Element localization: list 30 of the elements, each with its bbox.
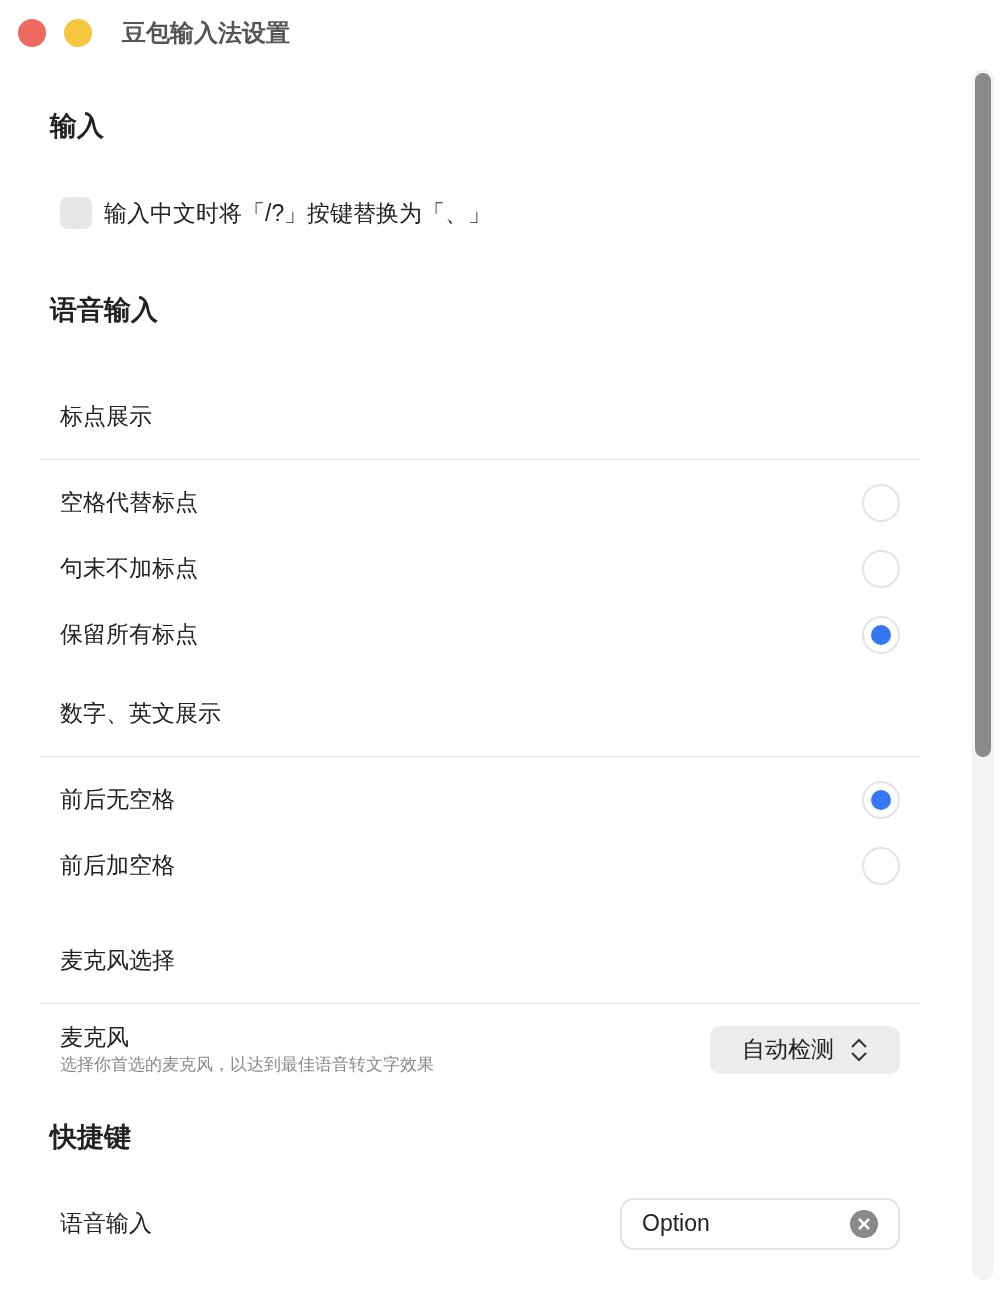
window-title: 豆包输入法设置: [122, 18, 290, 48]
radio-label: 句末不加标点: [60, 554, 198, 584]
checkbox-label: 输入中文时将「/?」按键替换为「、」: [104, 199, 492, 228]
clear-icon[interactable]: [850, 1209, 878, 1238]
scrollbar-thumb[interactable]: [972, 70, 994, 760]
section-heading: 语音输入: [48, 294, 159, 328]
radio-label: 空格代替标点: [60, 488, 198, 518]
radio-label: 前后加空格: [60, 851, 175, 881]
radio-label: 保留所有标点: [60, 620, 198, 650]
radio-label: 前后无空格: [60, 785, 175, 815]
setting-description: 选择你首选的麦克风，以达到最佳语音转文字效果: [60, 1053, 434, 1076]
radio-button[interactable]: [862, 483, 900, 522]
radio-button[interactable]: [862, 846, 900, 885]
radio-button[interactable]: [862, 549, 900, 588]
radio-button[interactable]: [862, 780, 900, 819]
shortcut-field[interactable]: Option: [620, 1197, 900, 1250]
scrollbar-track[interactable]: [972, 70, 994, 1280]
chevron-up-down-icon: [850, 1036, 868, 1063]
microphone-select[interactable]: 自动检测: [710, 1025, 900, 1074]
section-heading: 快捷键: [48, 1121, 132, 1155]
section-heading: 输入: [48, 109, 105, 143]
group-title: 麦克风选择: [59, 946, 176, 976]
minimize-button[interactable]: [64, 19, 92, 47]
group-title: 数字、英文展示: [59, 699, 222, 729]
close-button[interactable]: [18, 19, 46, 47]
checkbox[interactable]: [60, 197, 92, 230]
setting-label: 麦克风: [60, 1022, 130, 1052]
radio-button[interactable]: [862, 615, 900, 654]
setting-label: 语音输入: [60, 1209, 152, 1239]
group-title: 标点展示: [59, 402, 153, 432]
